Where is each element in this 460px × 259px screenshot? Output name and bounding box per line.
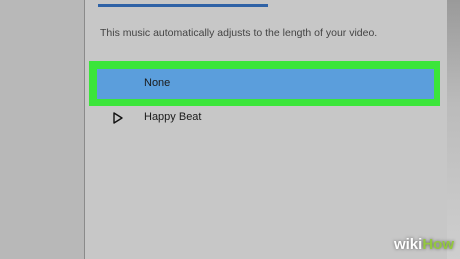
music-option-label: None [144,77,171,89]
screen: This music automatically adjusts to the … [0,0,460,259]
background-right-edge [447,0,460,259]
background-left [0,0,84,259]
music-option-none[interactable]: None [97,69,434,99]
tab-underline [98,4,268,7]
music-option-label: Happy Beat [144,111,202,123]
wikihow-watermark: wikiHow [394,236,454,253]
watermark-part-wiki: wiki [393,236,423,253]
music-option-happy-beat[interactable]: Happy Beat [97,105,434,131]
music-info-text: This music automatically adjusts to the … [100,27,378,39]
watermark-part-how: How [422,236,454,253]
play-icon[interactable] [113,112,123,124]
